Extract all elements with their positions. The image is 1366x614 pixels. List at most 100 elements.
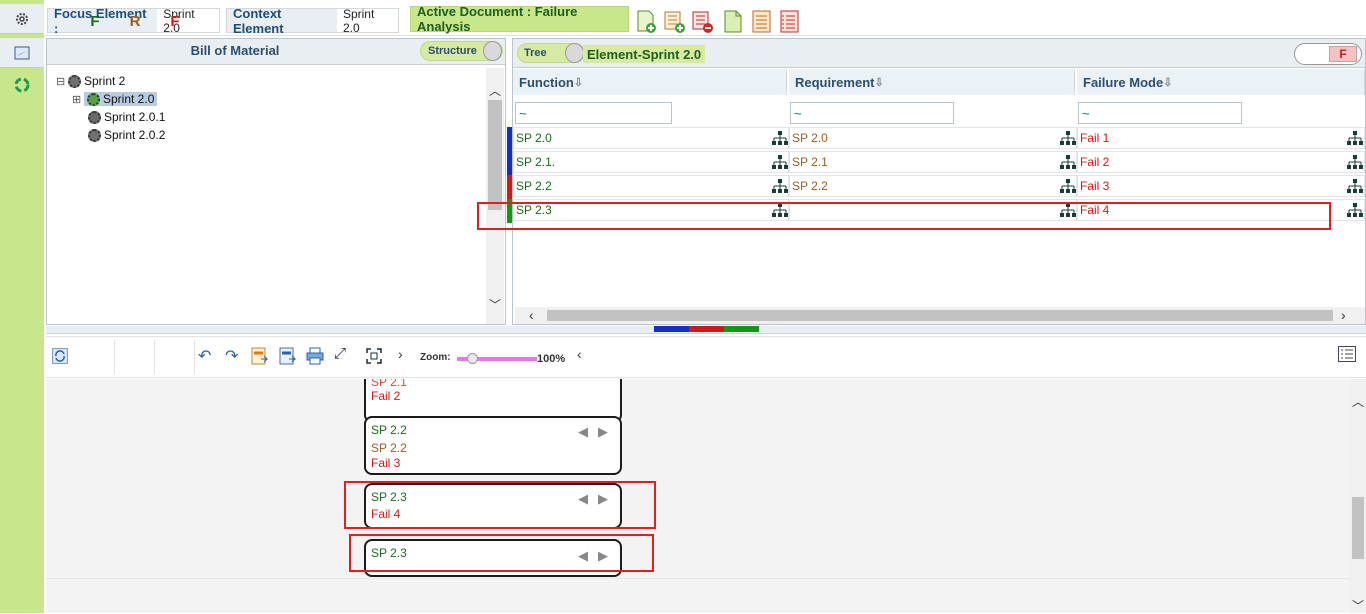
ordered-list-icon[interactable]	[750, 9, 774, 34]
diagram-canvas[interactable]: SP 2.1 Fail 2 SP 2.2 SP 2.2 Fail 3 ◀ ▶ S…	[46, 379, 1350, 613]
column-header-requirement[interactable]: Requirement ⇩	[789, 69, 1075, 95]
table-row-function-cell[interactable]: SP 2.1.	[513, 151, 789, 173]
function-view-button[interactable]: F	[84, 10, 106, 32]
refresh-icon[interactable]	[52, 348, 68, 364]
scroll-down-icon[interactable]: ﹀	[489, 296, 501, 313]
hierarchy-icon[interactable]	[772, 155, 788, 169]
row-color-bar	[507, 151, 512, 175]
selected-item-highlight: Sprint 2.0	[84, 92, 158, 106]
column-label: Function	[519, 74, 574, 90]
table-row-requirement-cell[interactable]: SP 2.0	[789, 127, 1077, 149]
splitter-blue-segment	[654, 326, 689, 332]
undo-icon[interactable]: ↶	[198, 346, 211, 366]
diagram-toolbar	[46, 336, 1366, 378]
f-toggle[interactable]: F	[1294, 43, 1362, 65]
numbered-list-icon[interactable]	[778, 9, 802, 34]
hierarchy-icon[interactable]	[1347, 131, 1363, 145]
add-list-icon[interactable]	[663, 9, 687, 34]
sort-icon[interactable]: ⇩	[574, 76, 583, 89]
tree-item-label: Sprint 2.0.2	[104, 128, 166, 142]
scroll-down-icon[interactable]: ﹀	[1352, 597, 1364, 614]
hierarchy-icon[interactable]	[1347, 203, 1363, 217]
expand-icon[interactable]: ⊞	[72, 93, 84, 106]
toggle-knob	[483, 41, 502, 61]
new-document-add-icon[interactable]	[635, 9, 659, 34]
divider	[114, 340, 115, 374]
tree-item-label: Sprint 2.0	[103, 92, 155, 106]
canvas-divider	[46, 578, 1350, 579]
sort-icon[interactable]: ⇩	[1163, 76, 1172, 89]
failure-filter-input[interactable]: ~	[1078, 102, 1242, 124]
scroll-right-icon[interactable]: ›	[1341, 307, 1346, 323]
node-failure-text: Fail 2	[371, 389, 401, 403]
hierarchy-icon[interactable]	[772, 131, 788, 145]
tree-item-sprint-2[interactable]: ⊟ Sprint 2	[56, 72, 476, 90]
collapse-icon[interactable]: ⊟	[56, 75, 68, 88]
prev-arrow-icon[interactable]: ◀	[578, 424, 588, 440]
hierarchy-icon[interactable]	[772, 179, 788, 193]
context-element-value[interactable]: Sprint 2.0	[337, 7, 398, 35]
bill-of-material-panel: Bill of Material Structure ⊟ Sprint 2 ⊞ …	[46, 38, 506, 325]
structure-toggle-label: Structure	[428, 45, 477, 57]
bom-scrollbar[interactable]: ︿ ﹀	[486, 68, 504, 324]
expand-toolbar-icon[interactable]: ‹	[577, 346, 582, 362]
next-arrow-icon[interactable]: ▶	[598, 424, 608, 440]
sort-icon[interactable]: ⇩	[874, 76, 883, 89]
export-png-icon[interactable]	[279, 347, 297, 365]
hierarchy-icon[interactable]	[1060, 179, 1076, 193]
left-rail	[0, 0, 44, 613]
table-row-requirement-cell[interactable]: SP 2.2	[789, 175, 1077, 197]
legend-icon[interactable]	[1338, 346, 1356, 362]
context-element-chip: Context Element Sprint 2.0	[226, 6, 399, 36]
send-button[interactable]	[0, 38, 44, 68]
zoom-label: Zoom:	[420, 352, 451, 363]
recycle-button[interactable]	[0, 70, 44, 100]
column-header-function[interactable]: Function ⇩	[513, 69, 787, 95]
tree-item-sprint-2-0-1[interactable]: Sprint 2.0.1	[56, 108, 476, 126]
export-svg-icon[interactable]	[251, 347, 269, 365]
tree-toggle[interactable]: Tree	[517, 43, 585, 63]
table-row-failure-cell[interactable]: Fail 3	[1077, 175, 1365, 197]
scroll-left-icon[interactable]: ‹	[529, 307, 534, 323]
bom-header: Bill of Material Structure	[47, 39, 505, 65]
table-row-function-cell[interactable]: SP 2.2	[513, 175, 789, 197]
print-icon[interactable]	[306, 347, 324, 365]
scroll-thumb[interactable]	[547, 310, 1333, 321]
grid-horizontal-scrollbar[interactable]: ‹ ›	[515, 307, 1365, 324]
blank-document-icon[interactable]	[721, 9, 745, 34]
failure-view-button[interactable]: F	[164, 10, 186, 32]
redo-icon[interactable]: ↷	[225, 346, 238, 366]
fit-screen-icon[interactable]: ⤢	[334, 345, 346, 362]
scroll-thumb[interactable]	[1352, 497, 1364, 559]
hierarchy-icon[interactable]	[1060, 155, 1076, 169]
settings-button[interactable]	[0, 4, 44, 34]
scroll-up-icon[interactable]: ︿	[1352, 393, 1364, 410]
failure-grid-panel: Tree Element-Sprint 2.0 F Function ⇩ Requ…	[507, 38, 1366, 325]
highlight-box	[477, 202, 1331, 230]
requirement-view-button[interactable]: R	[124, 10, 146, 32]
zoom-slider-handle[interactable]	[467, 353, 478, 364]
remove-list-icon[interactable]	[691, 9, 715, 34]
tree-item-sprint-2-0[interactable]: ⊞ Sprint 2.0	[56, 90, 476, 108]
gear-icon	[88, 128, 101, 142]
bom-title: Bill of Material	[190, 43, 280, 58]
table-row-function-cell[interactable]: SP 2.0	[513, 127, 789, 149]
hierarchy-icon[interactable]	[1347, 179, 1363, 193]
table-row-failure-cell[interactable]: Fail 1	[1077, 127, 1365, 149]
canvas-scrollbar[interactable]: ︿ ﹀	[1350, 379, 1366, 613]
element-label: Element-Sprint 2.0	[583, 45, 706, 63]
diagram-node[interactable]: SP 2.2 SP 2.2 Fail 3 ◀ ▶	[364, 416, 622, 475]
hierarchy-icon[interactable]	[1347, 155, 1363, 169]
structure-toggle[interactable]: Structure	[420, 41, 503, 61]
table-row-failure-cell[interactable]: Fail 2	[1077, 151, 1365, 173]
hierarchy-icon[interactable]	[1060, 131, 1076, 145]
column-header-failure-mode[interactable]: Failure Mode ⇩	[1077, 69, 1365, 95]
table-row-requirement-cell[interactable]: SP 2.1	[789, 151, 1077, 173]
requirement-filter-input[interactable]: ~	[790, 102, 954, 124]
tree-item-sprint-2-0-2[interactable]: Sprint 2.0.2	[56, 126, 476, 144]
fullscreen-icon[interactable]	[366, 348, 382, 364]
function-filter-input[interactable]: ~	[515, 102, 672, 124]
collapse-toolbar-icon[interactable]: ›	[398, 346, 403, 362]
scroll-up-icon[interactable]: ︿	[489, 82, 501, 99]
scroll-thumb[interactable]	[488, 100, 502, 210]
